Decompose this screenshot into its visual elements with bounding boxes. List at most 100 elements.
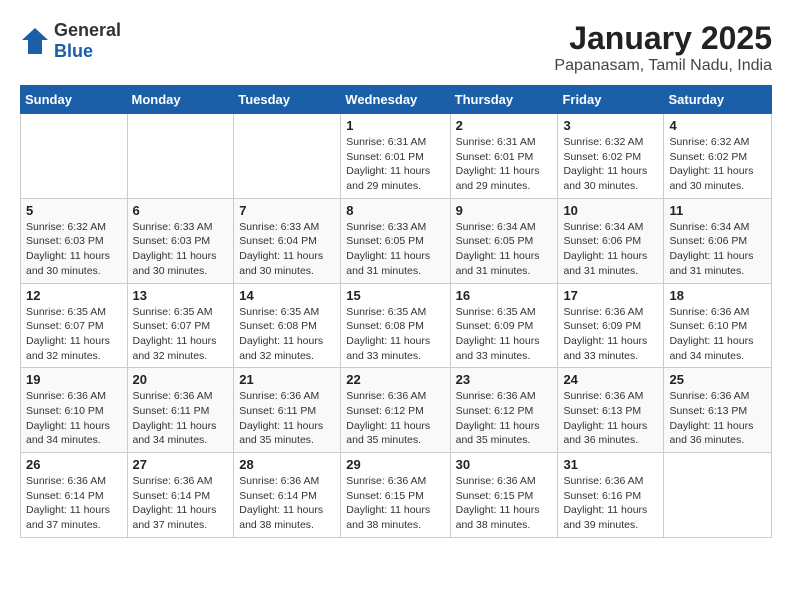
calendar-cell: 26 Sunrise: 6:36 AMSunset: 6:14 PMDayligh… <box>21 453 128 538</box>
calendar-cell: 30 Sunrise: 6:36 AMSunset: 6:15 PMDayligh… <box>450 453 558 538</box>
day-number: 21 <box>239 372 335 387</box>
week-row: 26 Sunrise: 6:36 AMSunset: 6:14 PMDayligh… <box>21 453 772 538</box>
day-number: 16 <box>456 288 553 303</box>
day-number: 30 <box>456 457 553 472</box>
day-info: Sunrise: 6:36 AMSunset: 6:10 PMDaylight:… <box>669 305 766 364</box>
calendar-cell: 18Sunrise: 6:36 AMSunset: 6:10 PMDayligh… <box>664 283 772 368</box>
day-info: Sunrise: 6:36 AMSunset: 6:15 PMDaylight:… <box>346 474 444 533</box>
day-number: 2 <box>456 118 553 133</box>
calendar-cell: 10 Sunrise: 6:34 AMSunset: 6:06 PMDayligh… <box>558 198 664 283</box>
day-number: 12 <box>26 288 122 303</box>
day-info: Sunrise: 6:36 AMSunset: 6:11 PMDaylight:… <box>133 389 229 448</box>
calendar-cell: 22Sunrise: 6:36 AMSunset: 6:12 PMDayligh… <box>341 368 450 453</box>
weekday-header-thursday: Thursday <box>450 86 558 114</box>
calendar-cell <box>234 114 341 199</box>
day-number: 4 <box>669 118 766 133</box>
week-row: 12 Sunrise: 6:35 AMSunset: 6:07 PMDayligh… <box>21 283 772 368</box>
calendar-cell: 17 Sunrise: 6:36 AMSunset: 6:09 PMDayligh… <box>558 283 664 368</box>
day-number: 23 <box>456 372 553 387</box>
day-number: 29 <box>346 457 444 472</box>
day-number: 25 <box>669 372 766 387</box>
logo-general: General <box>54 20 121 41</box>
day-number: 28 <box>239 457 335 472</box>
calendar-cell: 2 Sunrise: 6:31 AMSunset: 6:01 PMDaylight… <box>450 114 558 199</box>
weekday-header-sunday: Sunday <box>21 86 128 114</box>
logo-icon <box>20 26 50 56</box>
day-info: Sunrise: 6:33 AMSunset: 6:05 PMDaylight:… <box>346 220 444 279</box>
week-row: 1 Sunrise: 6:31 AMSunset: 6:01 PMDaylight… <box>21 114 772 199</box>
day-info: Sunrise: 6:36 AMSunset: 6:14 PMDaylight:… <box>239 474 335 533</box>
day-number: 10 <box>563 203 658 218</box>
logo-blue: Blue <box>54 41 121 62</box>
day-number: 26 <box>26 457 122 472</box>
calendar-cell: 9Sunrise: 6:34 AMSunset: 6:05 PMDaylight… <box>450 198 558 283</box>
calendar-cell: 14Sunrise: 6:35 AMSunset: 6:08 PMDayligh… <box>234 283 341 368</box>
calendar-cell: 29 Sunrise: 6:36 AMSunset: 6:15 PMDayligh… <box>341 453 450 538</box>
day-info: Sunrise: 6:32 AMSunset: 6:02 PMDaylight:… <box>563 135 658 194</box>
calendar-cell: 21 Sunrise: 6:36 AMSunset: 6:11 PMDayligh… <box>234 368 341 453</box>
day-number: 8 <box>346 203 444 218</box>
calendar-cell: 13 Sunrise: 6:35 AMSunset: 6:07 PMDayligh… <box>127 283 234 368</box>
weekday-header-wednesday: Wednesday <box>341 86 450 114</box>
day-info: Sunrise: 6:36 AMSunset: 6:13 PMDaylight:… <box>563 389 658 448</box>
day-info: Sunrise: 6:34 AMSunset: 6:06 PMDaylight:… <box>669 220 766 279</box>
day-number: 3 <box>563 118 658 133</box>
day-number: 5 <box>26 203 122 218</box>
day-info: Sunrise: 6:36 AMSunset: 6:15 PMDaylight:… <box>456 474 553 533</box>
day-info: Sunrise: 6:33 AMSunset: 6:03 PMDaylight:… <box>133 220 229 279</box>
calendar-cell: 27Sunrise: 6:36 AMSunset: 6:14 PMDayligh… <box>127 453 234 538</box>
day-info: Sunrise: 6:32 AMSunset: 6:02 PMDaylight:… <box>669 135 766 194</box>
day-info: Sunrise: 6:35 AMSunset: 6:07 PMDaylight:… <box>133 305 229 364</box>
location: Papanasam, Tamil Nadu, India <box>554 57 772 75</box>
page-header: General Blue January 2025 Papanasam, Tam… <box>20 20 772 75</box>
day-number: 7 <box>239 203 335 218</box>
day-number: 24 <box>563 372 658 387</box>
day-number: 14 <box>239 288 335 303</box>
calendar-cell: 15 Sunrise: 6:35 AMSunset: 6:08 PMDayligh… <box>341 283 450 368</box>
title-block: January 2025 Papanasam, Tamil Nadu, Indi… <box>554 20 772 75</box>
calendar-cell: 3 Sunrise: 6:32 AMSunset: 6:02 PMDaylight… <box>558 114 664 199</box>
calendar-cell: 25Sunrise: 6:36 AMSunset: 6:13 PMDayligh… <box>664 368 772 453</box>
day-number: 11 <box>669 203 766 218</box>
day-info: Sunrise: 6:34 AMSunset: 6:06 PMDaylight:… <box>563 220 658 279</box>
day-info: Sunrise: 6:31 AMSunset: 6:01 PMDaylight:… <box>346 135 444 194</box>
day-number: 27 <box>133 457 229 472</box>
day-number: 13 <box>133 288 229 303</box>
calendar-cell: 6 Sunrise: 6:33 AMSunset: 6:03 PMDaylight… <box>127 198 234 283</box>
day-info: Sunrise: 6:36 AMSunset: 6:12 PMDaylight:… <box>456 389 553 448</box>
calendar-cell: 28 Sunrise: 6:36 AMSunset: 6:14 PMDayligh… <box>234 453 341 538</box>
calendar-cell <box>664 453 772 538</box>
month-title: January 2025 <box>554 20 772 57</box>
day-info: Sunrise: 6:36 AMSunset: 6:12 PMDaylight:… <box>346 389 444 448</box>
calendar-cell: 1 Sunrise: 6:31 AMSunset: 6:01 PMDaylight… <box>341 114 450 199</box>
weekday-header-monday: Monday <box>127 86 234 114</box>
week-row: 5 Sunrise: 6:32 AMSunset: 6:03 PMDaylight… <box>21 198 772 283</box>
day-info: Sunrise: 6:36 AMSunset: 6:09 PMDaylight:… <box>563 305 658 364</box>
weekday-header-tuesday: Tuesday <box>234 86 341 114</box>
day-number: 31 <box>563 457 658 472</box>
day-info: Sunrise: 6:36 AMSunset: 6:11 PMDaylight:… <box>239 389 335 448</box>
day-info: Sunrise: 6:36 AMSunset: 6:16 PMDaylight:… <box>563 474 658 533</box>
day-number: 6 <box>133 203 229 218</box>
day-info: Sunrise: 6:32 AMSunset: 6:03 PMDaylight:… <box>26 220 122 279</box>
calendar-cell: 5 Sunrise: 6:32 AMSunset: 6:03 PMDaylight… <box>21 198 128 283</box>
day-info: Sunrise: 6:34 AMSunset: 6:05 PMDaylight:… <box>456 220 553 279</box>
calendar-cell: 24 Sunrise: 6:36 AMSunset: 6:13 PMDayligh… <box>558 368 664 453</box>
calendar-cell: 11 Sunrise: 6:34 AMSunset: 6:06 PMDayligh… <box>664 198 772 283</box>
logo: General Blue <box>20 20 121 62</box>
calendar-cell: 31 Sunrise: 6:36 AMSunset: 6:16 PMDayligh… <box>558 453 664 538</box>
day-info: Sunrise: 6:35 AMSunset: 6:07 PMDaylight:… <box>26 305 122 364</box>
day-info: Sunrise: 6:36 AMSunset: 6:14 PMDaylight:… <box>26 474 122 533</box>
calendar-cell <box>127 114 234 199</box>
day-number: 19 <box>26 372 122 387</box>
day-info: Sunrise: 6:31 AMSunset: 6:01 PMDaylight:… <box>456 135 553 194</box>
calendar-cell: 20Sunrise: 6:36 AMSunset: 6:11 PMDayligh… <box>127 368 234 453</box>
day-number: 15 <box>346 288 444 303</box>
day-number: 17 <box>563 288 658 303</box>
day-number: 1 <box>346 118 444 133</box>
weekday-header-saturday: Saturday <box>664 86 772 114</box>
calendar-cell: 4 Sunrise: 6:32 AMSunset: 6:02 PMDaylight… <box>664 114 772 199</box>
day-info: Sunrise: 6:35 AMSunset: 6:08 PMDaylight:… <box>346 305 444 364</box>
calendar-table: SundayMondayTuesdayWednesdayThursdayFrid… <box>20 85 772 538</box>
weekday-header-friday: Friday <box>558 86 664 114</box>
